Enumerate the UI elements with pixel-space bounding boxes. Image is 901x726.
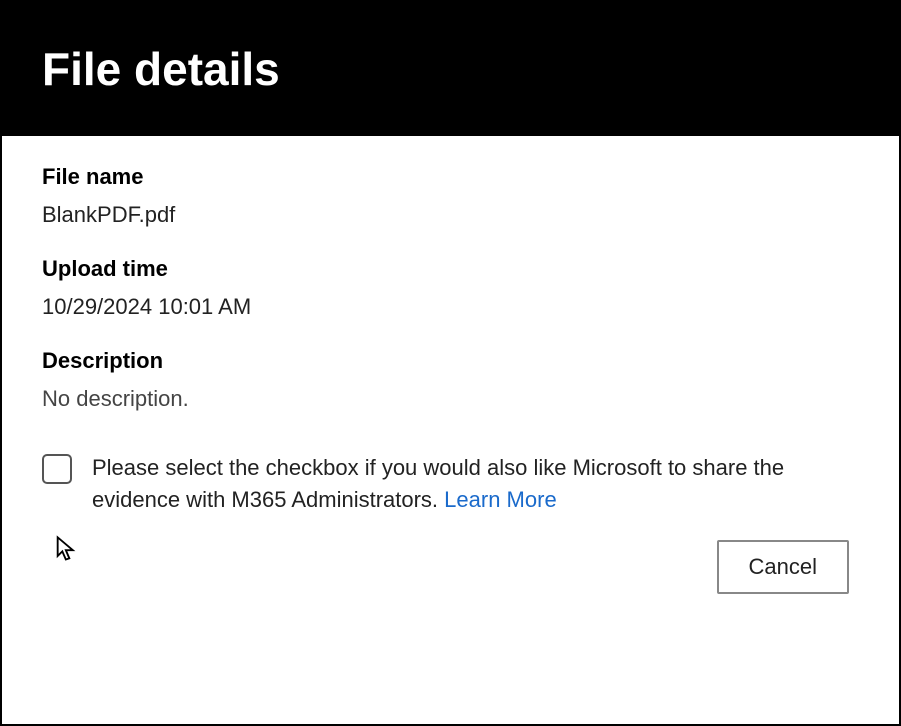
file-name-group: File name BlankPDF.pdf xyxy=(42,164,859,228)
dialog-header: File details xyxy=(2,2,899,136)
dialog-title: File details xyxy=(42,42,859,96)
upload-time-group: Upload time 10/29/2024 10:01 AM xyxy=(42,256,859,320)
learn-more-link[interactable]: Learn More xyxy=(444,487,557,512)
share-evidence-row: Please select the checkbox if you would … xyxy=(42,452,859,516)
file-name-value: BlankPDF.pdf xyxy=(42,202,859,228)
checkbox-description: Please select the checkbox if you would … xyxy=(92,455,784,512)
dialog-content: File name BlankPDF.pdf Upload time 10/29… xyxy=(2,136,899,724)
cancel-button[interactable]: Cancel xyxy=(717,540,849,594)
share-evidence-checkbox[interactable] xyxy=(42,454,72,484)
description-group: Description No description. xyxy=(42,348,859,412)
upload-time-value: 10/29/2024 10:01 AM xyxy=(42,294,859,320)
description-value: No description. xyxy=(42,386,859,412)
upload-time-label: Upload time xyxy=(42,256,859,282)
button-row: Cancel xyxy=(42,540,859,594)
share-evidence-text: Please select the checkbox if you would … xyxy=(92,452,859,516)
description-label: Description xyxy=(42,348,859,374)
file-name-label: File name xyxy=(42,164,859,190)
